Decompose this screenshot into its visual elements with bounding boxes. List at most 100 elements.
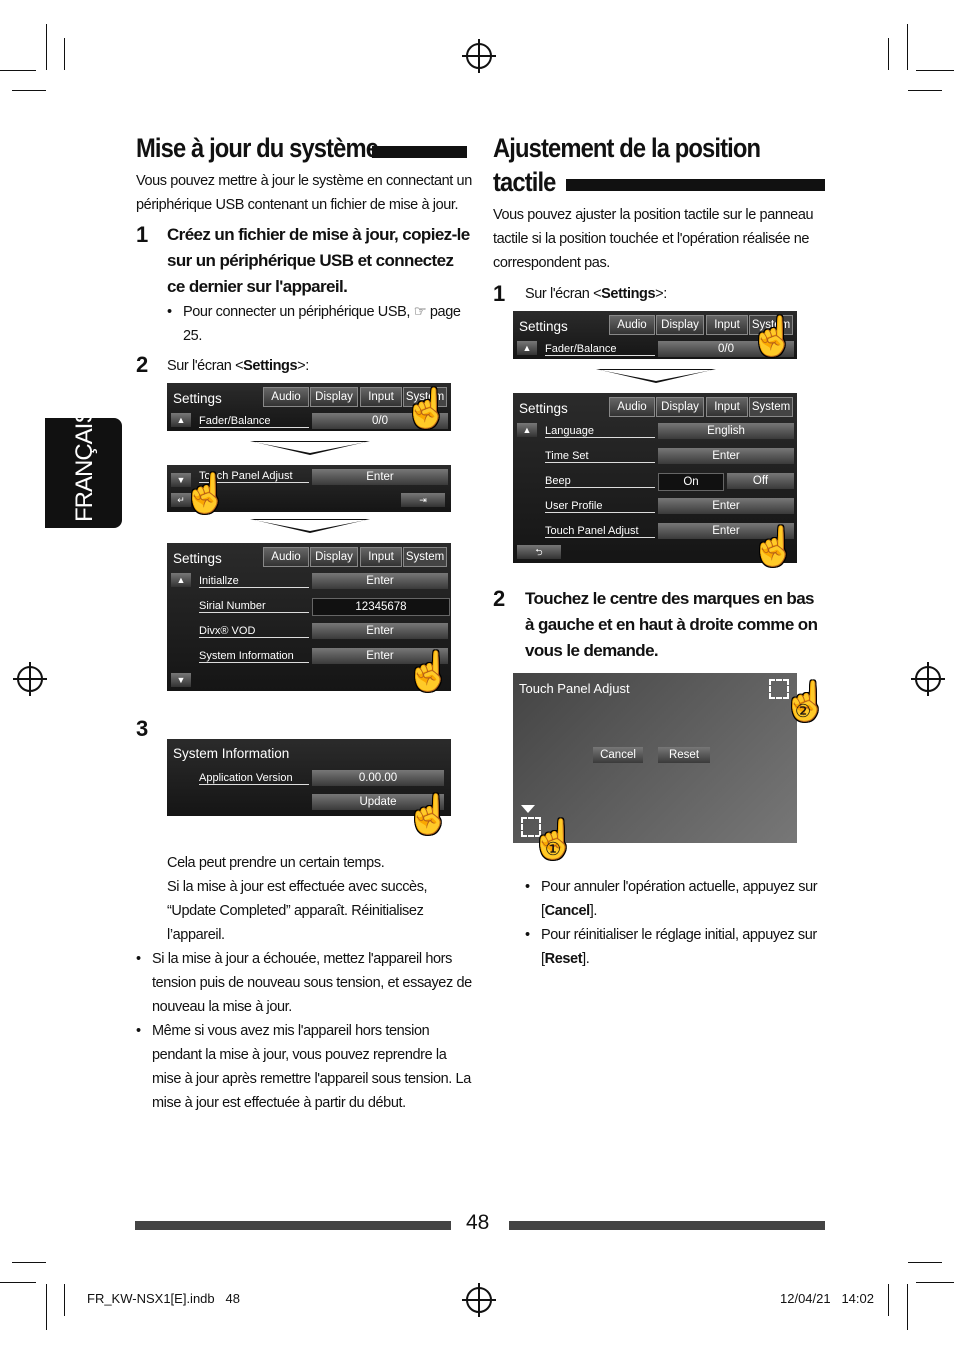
registration-mark-icon — [462, 39, 496, 73]
screen-title: Settings — [173, 391, 222, 406]
step-number: 2 — [493, 586, 506, 611]
registration-mark-icon — [13, 662, 47, 696]
step-marker: ② — [795, 701, 812, 721]
title-bar — [566, 179, 825, 191]
setting-label: Fader/Balance — [199, 415, 309, 428]
setting-label: Beep — [545, 475, 655, 488]
cancel-button[interactable]: Cancel — [593, 747, 643, 763]
note-item: Même si vous avez mis l'appareil hors te… — [136, 1019, 472, 1115]
value-button[interactable]: Enter — [658, 498, 794, 514]
scroll-up-button[interactable]: ▲ — [517, 341, 537, 355]
crop-mark — [916, 70, 954, 71]
value-button: 12345678 — [312, 598, 450, 616]
note-item: Pour réinitialiser le réglage initial, a… — [525, 923, 825, 971]
tab-system[interactable]: System — [403, 547, 447, 567]
arrow-down-icon — [596, 369, 716, 383]
value-button[interactable]: Enter — [658, 448, 794, 464]
tab-audio[interactable]: Audio — [609, 397, 655, 417]
tab-audio[interactable]: Audio — [609, 315, 655, 335]
hand-pointer-icon: ☝ — [405, 794, 453, 836]
value-button[interactable]: Enter — [312, 623, 448, 639]
step-heading: Touchez le centre des marques en bas à g… — [525, 589, 818, 660]
step-heading: Créez un fichier de mise à jour, copiez-… — [167, 225, 470, 296]
section-title: Ajustement de la position — [493, 133, 761, 163]
section-title: Mise à jour du système — [136, 133, 379, 163]
setting-label: Language — [545, 425, 655, 438]
step-number: 2 — [136, 352, 149, 377]
setting-label: Divx® VOD — [199, 625, 309, 638]
crop-mark — [888, 1284, 889, 1316]
crop-mark — [916, 1282, 954, 1283]
value-button[interactable]: English — [658, 423, 794, 439]
screen-title: Settings — [519, 319, 568, 334]
screen-title: Settings — [173, 551, 222, 566]
step-text: Sur l'écran <Settings>: — [167, 358, 309, 374]
crop-mark — [64, 1284, 65, 1316]
file-name: FR_KW-NSX1[E].indb 48 — [87, 1291, 240, 1306]
hand-pointer-icon: ☝ — [750, 526, 798, 568]
scroll-down-button[interactable]: ▼ — [171, 673, 191, 687]
tab-audio[interactable]: Audio — [263, 387, 309, 407]
step-marker: ① — [545, 839, 562, 859]
tab-input[interactable]: Input — [360, 387, 402, 407]
crop-mark — [907, 24, 908, 70]
value-button[interactable]: Enter — [312, 573, 448, 589]
crop-mark — [64, 38, 65, 70]
hand-pointer-icon: ☝ — [405, 651, 453, 693]
setting-label: Touch Panel Adjust — [545, 525, 655, 538]
tab-display[interactable]: Display — [310, 387, 358, 407]
setting-label: Sirial Number — [199, 600, 309, 613]
bullet-text: Pour connecter un périphérique USB, ☞ pa… — [167, 300, 483, 348]
scroll-up-button[interactable]: ▲ — [171, 413, 191, 427]
side-tab-label: FRANÇAIS — [71, 408, 98, 522]
application-version-value: 0.00.00 — [312, 770, 444, 786]
note-item: Pour annuler l'opération actuelle, appuy… — [525, 875, 825, 923]
tab-display[interactable]: Display — [310, 547, 358, 567]
crop-mark — [0, 1282, 36, 1283]
exit-button[interactable]: ⇥ — [401, 493, 445, 507]
section-title-line2: tactile — [493, 167, 556, 197]
step-text: Sur l'écran <Settings>: — [525, 286, 667, 302]
screen-title: Touch Panel Adjust — [519, 681, 630, 696]
crop-mark — [0, 70, 36, 71]
crop-mark — [12, 1262, 46, 1263]
page-number: 48 — [466, 1211, 490, 1234]
off-button[interactable]: Off — [727, 473, 794, 489]
setting-label: Time Set — [545, 450, 655, 463]
manual-page: FRANÇAIS Mise à jour du système Vous pou… — [0, 0, 954, 1354]
arrow-down-icon — [250, 441, 370, 455]
step-number: 1 — [136, 222, 149, 247]
scroll-up-button[interactable]: ▲ — [517, 423, 537, 437]
crop-mark — [888, 38, 889, 70]
back-button[interactable]: ⮌ — [517, 545, 561, 559]
touch-panel-adjust-button[interactable]: Enter — [312, 469, 448, 485]
tab-audio[interactable]: Audio — [263, 547, 309, 567]
scroll-up-button[interactable]: ▲ — [171, 573, 191, 587]
crop-mark — [46, 24, 47, 70]
intro-text: Vous pouvez mettre à jour le système en … — [136, 173, 472, 213]
on-button[interactable]: On — [658, 473, 724, 491]
setting-label: Initiallze — [199, 575, 309, 588]
crop-mark — [907, 1284, 908, 1330]
crop-mark — [12, 90, 46, 91]
hand-pointer-icon: ☝ — [749, 316, 797, 358]
intro-text: Vous pouvez ajuster la position tactile … — [493, 207, 814, 271]
setting-label: User Profile — [545, 500, 655, 513]
language-side-tab: FRANÇAIS — [45, 409, 122, 528]
tab-display[interactable]: Display — [656, 397, 704, 417]
hand-pointer-icon: ☝ — [182, 473, 230, 515]
tab-input[interactable]: Input — [706, 315, 748, 335]
reset-button[interactable]: Reset — [658, 747, 710, 763]
notes-list: Si la mise à jour a échouée, mettez l'ap… — [136, 947, 472, 1115]
footer-bar — [135, 1221, 451, 1230]
tab-system[interactable]: System — [749, 397, 793, 417]
tab-input[interactable]: Input — [706, 397, 748, 417]
hand-pointer-icon: ☝ — [403, 388, 451, 430]
result-text: Cela peut prendre un certain temps. Si la… — [167, 855, 428, 943]
tab-display[interactable]: Display — [656, 315, 704, 335]
print-date: 12/04/21 14:02 — [780, 1291, 874, 1306]
tab-input[interactable]: Input — [360, 547, 402, 567]
setting-label: Application Version — [199, 772, 309, 785]
setting-label: Fader/Balance — [545, 343, 655, 356]
footer-bar — [509, 1221, 825, 1230]
